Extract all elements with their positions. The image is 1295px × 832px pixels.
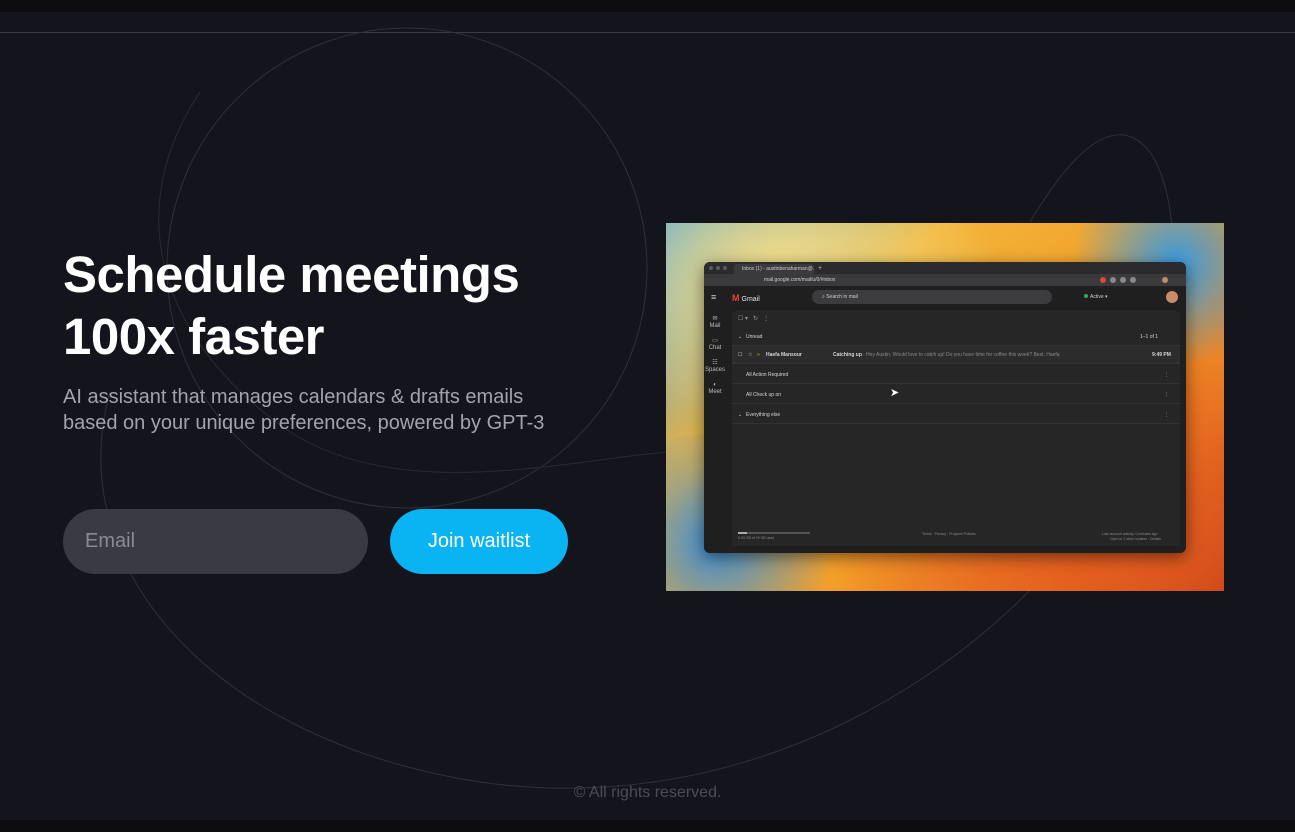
status-indicator[interactable]: Active ▾ — [1084, 291, 1108, 303]
menu-icon[interactable]: ≡ — [711, 291, 716, 303]
section-label: All Action Required — [746, 372, 789, 378]
sidebar-label: Meet — [708, 389, 722, 395]
hero-title-line-1: Schedule meetings — [63, 246, 520, 303]
extension-icon[interactable] — [1100, 277, 1106, 283]
chevron-down-icon: ⌄ — [738, 334, 743, 340]
inbox-footer: 0.03 GB of 15 GB used Terms · Privacy · … — [732, 532, 1180, 546]
section-check-up[interactable]: All Check up on ⋮ — [732, 386, 1180, 404]
search-placeholder: Search in mail — [826, 294, 858, 300]
storage-bar — [738, 532, 810, 534]
email-subject: Catching up — [833, 352, 862, 358]
more-icon[interactable]: ⋮ — [1164, 406, 1169, 423]
email-input[interactable] — [63, 509, 368, 574]
sidebar-item-spaces[interactable]: ☷ Spaces — [704, 360, 726, 374]
table-row[interactable]: ☐ ☆ » Haefa Mansour Catching up - Hey Au… — [732, 346, 1180, 364]
gmail-logo[interactable]: M Gmail — [732, 292, 760, 306]
gmail-wordmark: Gmail — [741, 296, 760, 303]
mouse-cursor-icon: ➤ — [890, 387, 900, 399]
footer-links[interactable]: Terms · Privacy · Program Policies — [922, 532, 976, 537]
chat-icon: ▭ — [712, 338, 718, 344]
browser-tab-bar: Inbox (1) - austinbenaharman@... + — [704, 262, 1186, 274]
mail-icon: ✉ — [712, 316, 718, 322]
section-unread[interactable]: ⌄ Unread 1–1 of 1 — [732, 328, 1180, 346]
chevron-down-icon: ⌄ — [738, 412, 743, 418]
profile-icon[interactable] — [1162, 277, 1168, 283]
new-tab-icon[interactable]: + — [818, 265, 822, 273]
window-zoom-icon[interactable] — [723, 266, 727, 270]
hero-title-line-2: 100x faster — [63, 308, 325, 365]
inbox-panel: ☐ ▾ ↻ ⋮ ⌄ Unread 1–1 of 1 ☐ ☆ » Haefa Ma… — [732, 310, 1180, 546]
sidebar-item-meet[interactable]: ◐ Meet — [704, 382, 726, 396]
checkbox-icon[interactable]: ☐ — [738, 346, 742, 363]
footer-copyright: © All rights reserved. — [573, 784, 722, 801]
browser-window: Inbox (1) - austinbenaharman@... + mail.… — [704, 262, 1186, 553]
gmail-header: ≡ M Gmail ⌕ Search in mail Active ▾ — [704, 286, 1186, 310]
sidebar-label: Mail — [709, 323, 721, 329]
browser-tab[interactable]: Inbox (1) - austinbenaharman@... — [734, 264, 814, 274]
extension-icon[interactable] — [1130, 277, 1136, 283]
section-label: All Check up on — [746, 392, 782, 398]
window-minimize-icon[interactable] — [716, 266, 720, 270]
status-label: Active — [1090, 294, 1104, 300]
sidebar-label: Spaces — [704, 367, 725, 373]
sidebar-label: Chat — [708, 345, 722, 351]
email-sender: Haefa Mansour — [766, 352, 802, 358]
inbox-toolbar: ☐ ▾ ↻ ⋮ — [738, 316, 770, 322]
storage-fill — [738, 532, 747, 534]
spaces-icon: ☷ — [712, 360, 718, 366]
hero-subtitle: AI assistant that manages calendars & dr… — [63, 386, 545, 434]
more-icon[interactable]: ⋮ — [1164, 366, 1169, 383]
hero-title: Schedule meetings 100x faster — [63, 244, 623, 368]
url-text: mail.google.com/mail/u/0/#inbox — [764, 277, 836, 283]
address-bar[interactable]: mail.google.com/mail/u/0/#inbox — [704, 274, 1186, 286]
gmail-m-icon: M — [732, 293, 740, 303]
more-icon[interactable]: ⋮ — [1164, 386, 1169, 403]
section-label: Unread — [746, 334, 763, 340]
avatar[interactable] — [1166, 291, 1178, 303]
storage-text: 0.03 GB of 15 GB used — [738, 536, 775, 540]
gmail-sidebar: ✉ Mail ▭ Chat ☷ Spaces ◐ Meet — [704, 310, 726, 553]
email-time: 9:49 PM — [1152, 352, 1171, 358]
section-action-required[interactable]: All Action Required ⋮ — [732, 366, 1180, 384]
window-close-icon[interactable] — [709, 266, 713, 270]
section-everything-else[interactable]: ⌄ Everything else ⋮ — [732, 406, 1180, 424]
sidebar-item-chat[interactable]: ▭ Chat — [704, 338, 726, 352]
session-details[interactable]: Open in 1 other location · Details — [1110, 537, 1161, 542]
mail-search-input[interactable]: ⌕ Search in mail — [812, 290, 1052, 304]
product-screenshot: Inbox (1) - austinbenaharman@... + mail.… — [666, 223, 1224, 591]
landing-page: Schedule meetings 100x faster AI assista… — [0, 12, 1295, 820]
section-count: 1–1 of 1 — [1140, 334, 1159, 340]
status-dot-icon — [1084, 294, 1088, 298]
account-activity: Last account activity: 0 minutes ago — [1102, 532, 1158, 536]
section-label: Everything else — [746, 412, 781, 418]
email-snippet: - Hey Austin, Would love to catch up! Do… — [863, 352, 1060, 358]
important-icon[interactable]: » — [757, 346, 760, 363]
star-icon[interactable]: ☆ — [748, 346, 752, 363]
extension-icon[interactable] — [1110, 277, 1116, 283]
meet-icon: ◐ — [713, 382, 717, 388]
sidebar-item-mail[interactable]: ✉ Mail — [704, 316, 726, 330]
join-waitlist-button[interactable]: Join waitlist — [390, 509, 568, 574]
extension-icon[interactable] — [1120, 277, 1126, 283]
